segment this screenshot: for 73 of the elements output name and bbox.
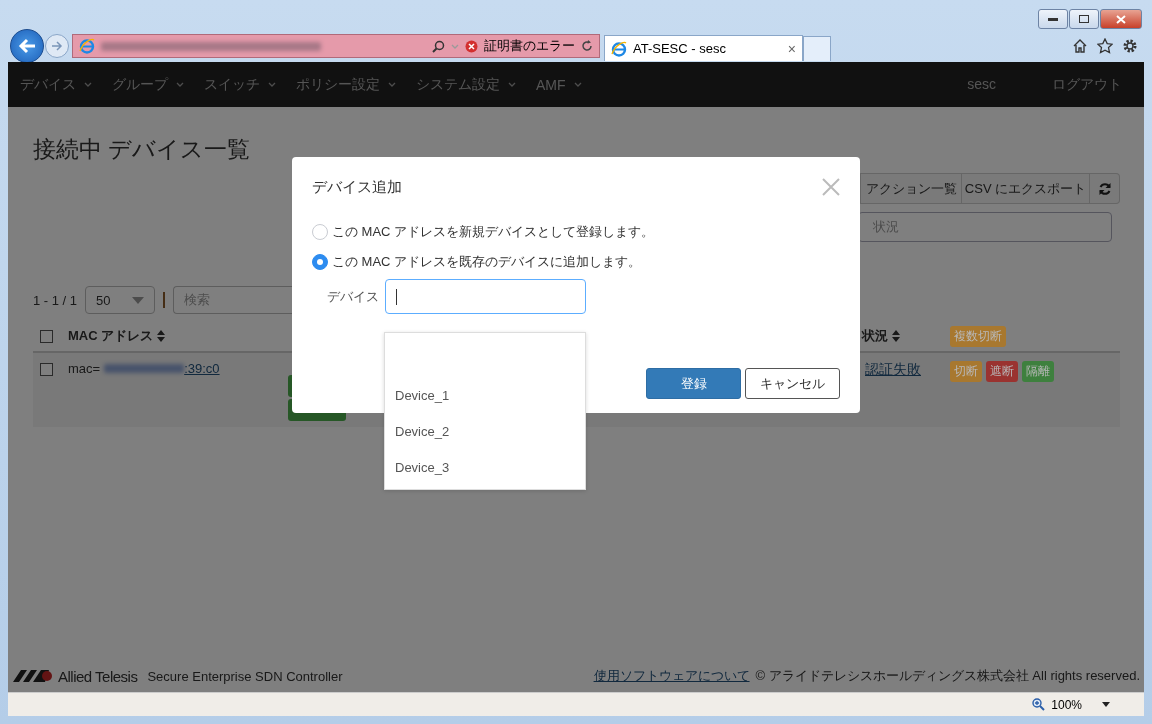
star-icon[interactable] bbox=[1097, 38, 1113, 54]
refresh-button[interactable] bbox=[1090, 173, 1120, 204]
close-button[interactable] bbox=[1100, 9, 1142, 29]
tab-close-button[interactable]: × bbox=[787, 40, 796, 57]
sort-icon[interactable] bbox=[157, 330, 166, 342]
close-icon bbox=[1116, 14, 1126, 24]
caret-icon bbox=[451, 43, 459, 49]
column-header[interactable]: 状況 bbox=[862, 327, 888, 345]
settings-icon[interactable] bbox=[1122, 38, 1138, 54]
certificate-error-label[interactable]: 証明書のエラー bbox=[484, 37, 575, 55]
dialog-title: デバイス追加 bbox=[312, 177, 402, 197]
product-name: Secure Enterprise SDN Controller bbox=[147, 668, 343, 684]
maximize-button[interactable] bbox=[1069, 9, 1099, 29]
sort-icon[interactable] bbox=[892, 330, 900, 342]
brand-name: Allied Telesis bbox=[58, 667, 138, 685]
maximize-icon bbox=[1079, 15, 1089, 23]
search-icon[interactable] bbox=[432, 39, 445, 53]
address-bar[interactable]: 証明書のエラー bbox=[72, 34, 600, 58]
mac-link[interactable]: :39:c0 bbox=[104, 361, 220, 376]
action-badge[interactable]: 遮断 bbox=[986, 361, 1018, 382]
brand-logo-icon bbox=[13, 669, 55, 683]
minimize-icon bbox=[1048, 17, 1058, 21]
back-button[interactable] bbox=[10, 29, 44, 63]
arrow-right-icon bbox=[51, 41, 63, 51]
nav-menu[interactable]: AMF bbox=[536, 76, 592, 93]
dropdown-option[interactable]: Device_1 bbox=[385, 377, 585, 413]
dropdown-arrow-icon bbox=[132, 296, 145, 304]
device-label: デバイス bbox=[327, 287, 379, 306]
select-all-checkbox[interactable] bbox=[40, 329, 53, 343]
mac-prefix: mac= bbox=[68, 361, 101, 376]
zoom-icon[interactable] bbox=[1032, 698, 1046, 711]
browser-logo-icon bbox=[79, 38, 95, 54]
status-link[interactable]: 認証失敗 bbox=[865, 361, 950, 379]
caret-icon bbox=[573, 82, 582, 87]
device-field[interactable] bbox=[385, 279, 586, 314]
home-icon[interactable] bbox=[1072, 38, 1088, 54]
caret-icon bbox=[508, 82, 516, 87]
minimize-button[interactable] bbox=[1038, 9, 1068, 29]
arrow-left-icon bbox=[18, 38, 36, 54]
page-size-select[interactable]: 50 bbox=[85, 286, 156, 314]
option-label[interactable]: この MAC アドレスを新規デバイスとして登録します。 bbox=[332, 223, 655, 241]
caret-icon bbox=[388, 82, 396, 87]
nav-menu[interactable]: グループ bbox=[112, 75, 194, 94]
register-button[interactable]: 登録 bbox=[646, 368, 741, 399]
row-checkbox[interactable] bbox=[40, 363, 53, 376]
radio-button[interactable] bbox=[312, 254, 328, 270]
software-link[interactable]: 使用ソフトウェアについて bbox=[593, 667, 750, 685]
browser-logo-icon bbox=[611, 40, 627, 57]
dropdown-option[interactable]: Device_3 bbox=[385, 449, 585, 485]
action-badge[interactable]: 隔離 bbox=[1022, 361, 1054, 382]
error-icon bbox=[465, 39, 478, 53]
cancel-button[interactable]: キャンセル bbox=[745, 368, 840, 399]
refresh-icon[interactable] bbox=[581, 40, 593, 52]
page-title: 接続中 デバイス一覧 bbox=[33, 135, 252, 164]
nav-menu[interactable]: ポリシー設定 bbox=[296, 75, 406, 94]
nav-menu[interactable]: スイッチ bbox=[204, 75, 286, 94]
caret-icon bbox=[176, 82, 184, 87]
zoom-level[interactable]: 100% bbox=[1051, 697, 1082, 712]
page-range: 1 - 1 / 1 bbox=[33, 292, 78, 308]
caret-icon bbox=[268, 82, 276, 87]
dropdown-option[interactable]: Device_2 bbox=[385, 413, 585, 449]
browser-tab[interactable]: AT-SESC - sesc × bbox=[604, 35, 803, 61]
user-name[interactable]: sesc bbox=[967, 75, 996, 94]
copyright-text: © アライドテレシスホールディングス株式会社 All rights reserved. bbox=[755, 667, 1140, 685]
nav-menu[interactable]: デバイス bbox=[20, 75, 102, 94]
logout-link[interactable]: ログアウト bbox=[1052, 75, 1122, 94]
refresh-icon bbox=[1097, 181, 1112, 196]
nav-menu[interactable]: システム設定 bbox=[416, 75, 526, 94]
radio-button[interactable] bbox=[312, 224, 328, 240]
caret-icon bbox=[84, 82, 92, 87]
toolbar-button[interactable]: CSV にエクスポート bbox=[962, 173, 1090, 204]
option-label[interactable]: この MAC アドレスを既存のデバイスに追加します。 bbox=[332, 253, 642, 271]
column-header[interactable]: MAC アドレス bbox=[68, 327, 154, 345]
